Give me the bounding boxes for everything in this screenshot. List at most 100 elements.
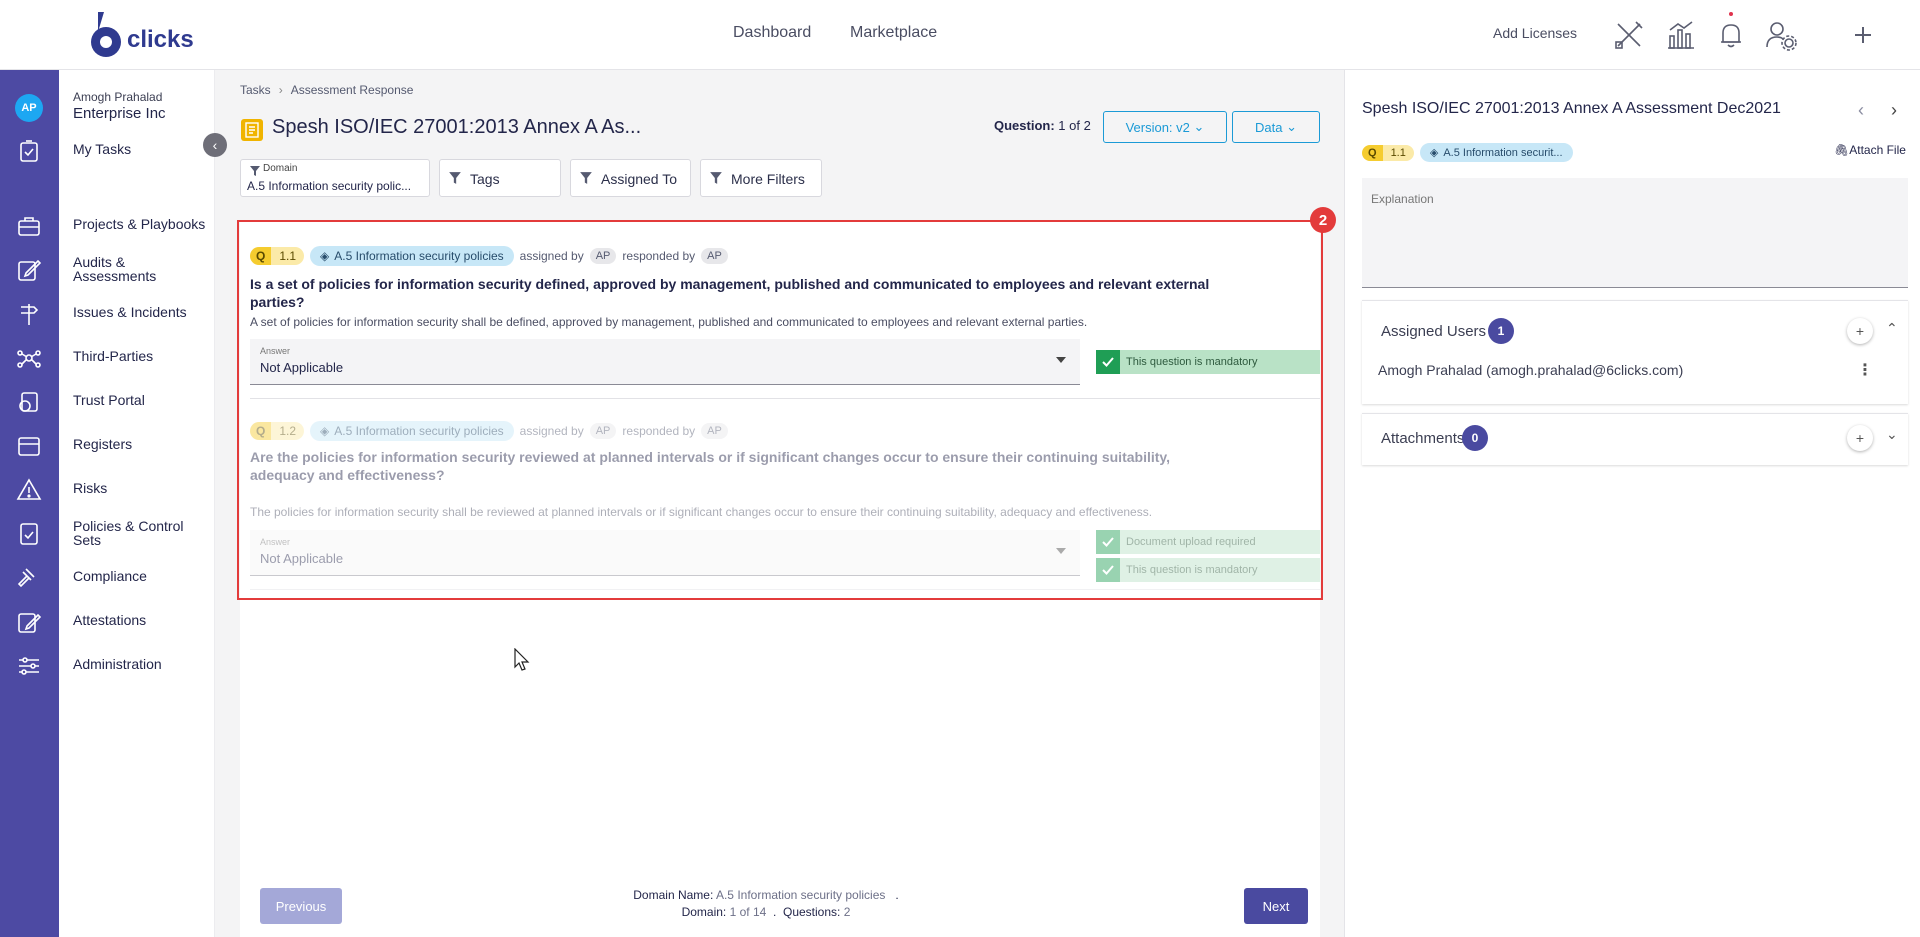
question-meta: Q 1.2 ◈ A.5 Information security policies…: [250, 421, 734, 441]
side-menu: Amogh Prahalad Enterprise Inc My Tasks P…: [59, 70, 215, 937]
add-attachment-button[interactable]: +: [1847, 425, 1873, 451]
warning-icon[interactable]: [16, 477, 42, 503]
more-options-icon[interactable]: ⋮: [1857, 360, 1873, 380]
document-upload-flag: Document upload required: [1096, 530, 1320, 554]
data-dropdown[interactable]: Data ⌄: [1232, 111, 1320, 143]
more-filters[interactable]: More Filters: [700, 159, 822, 197]
tasks-icon[interactable]: [16, 138, 42, 164]
menu-policies[interactable]: Policies & Control Sets: [73, 519, 193, 547]
filter-icon: [249, 164, 261, 180]
collapse-menu-button[interactable]: ‹: [203, 133, 227, 157]
divider: [250, 398, 1320, 399]
domain-tag: ◈ A.5 Information security policies: [310, 421, 514, 441]
answer-select[interactable]: Answer Not Applicable: [250, 339, 1080, 385]
mandatory-flag: This question is mandatory: [1096, 558, 1320, 582]
filter-icon: [709, 171, 723, 188]
attach-file-link[interactable]: 🖇Attach File: [1834, 143, 1906, 157]
attachments-label[interactable]: Attachments: [1381, 430, 1464, 447]
gavel-icon[interactable]: [16, 565, 42, 591]
layers-icon: ◈: [320, 424, 330, 438]
plus-icon[interactable]: [1846, 18, 1880, 52]
add-user-button[interactable]: +: [1847, 318, 1873, 344]
question-title[interactable]: Is a set of policies for information sec…: [250, 275, 1210, 311]
assigned-user-item: Amogh Prahalad (amogh.prahalad@6clicks.c…: [1378, 362, 1684, 378]
briefcase-icon[interactable]: [16, 213, 42, 239]
explanation-field[interactable]: Explanation: [1362, 178, 1908, 288]
menu-risks[interactable]: Risks: [73, 481, 213, 495]
breadcrumb-current: Assessment Response: [290, 83, 414, 97]
analytics-icon[interactable]: [1664, 18, 1698, 52]
nav-marketplace[interactable]: Marketplace: [850, 24, 937, 42]
previous-button[interactable]: Previous: [260, 888, 342, 924]
edit-icon[interactable]: [16, 257, 42, 283]
dropdown-arrow-icon: [1056, 548, 1066, 554]
chevron-left-icon[interactable]: ‹: [1858, 100, 1864, 121]
assessment-title: Spesh ISO/IEC 27001:2013 Annex A Assessm…: [1362, 100, 1781, 117]
dropdown-arrow-icon: [1056, 357, 1066, 363]
main-content: Tasks › Assessment Response Spesh ISO/IEC …: [216, 70, 1344, 937]
menu-audits[interactable]: Audits & Assessments: [73, 255, 173, 283]
domain-tag: ◈ A.5 Information security policies: [310, 246, 514, 266]
page-title: Spesh ISO/IEC 27001:2013 Annex A As...: [272, 116, 642, 138]
question-meta: Q 1.1 ◈ A.5 Information security policies…: [250, 246, 734, 266]
logo[interactable]: clicks: [88, 10, 194, 58]
policy-icon[interactable]: [16, 521, 42, 547]
assigned-users-label[interactable]: Assigned Users: [1381, 323, 1486, 340]
question-number: 1.1: [271, 247, 305, 265]
notification-dot: [1729, 12, 1733, 16]
breadcrumb: Tasks › Assessment Response: [240, 83, 413, 97]
assigned-to-filter[interactable]: Assigned To: [570, 159, 691, 197]
logo-text: clicks: [127, 26, 194, 53]
avatar[interactable]: AP: [15, 94, 43, 122]
chevron-right-icon[interactable]: ›: [1891, 100, 1897, 121]
attestation-icon[interactable]: [16, 609, 42, 635]
layers-icon: ◈: [1429, 147, 1439, 159]
menu-compliance[interactable]: Compliance: [73, 569, 213, 583]
icon-rail: AP: [0, 70, 59, 937]
nav-dashboard[interactable]: Dashboard: [733, 24, 811, 42]
version-dropdown[interactable]: Version: v2 ⌄: [1103, 111, 1227, 143]
filter-icon: [579, 171, 593, 188]
register-icon[interactable]: [16, 433, 42, 459]
domain-filter[interactable]: Domain A.5 Information security polic...: [240, 159, 430, 197]
menu-registers[interactable]: Registers: [73, 437, 213, 451]
signpost-icon[interactable]: [16, 301, 42, 327]
layers-icon: ◈: [320, 249, 330, 263]
chevron-up-icon[interactable]: ⌃: [1886, 320, 1898, 337]
question-title[interactable]: Are the policies for information securit…: [250, 448, 1190, 484]
question-badge: Q: [250, 422, 272, 440]
filter-icon: [448, 171, 462, 188]
bell-icon[interactable]: [1714, 18, 1748, 52]
trust-portal-icon[interactable]: [16, 389, 42, 415]
mandatory-flag: This question is mandatory: [1096, 350, 1320, 374]
question-badge: Q: [250, 247, 272, 265]
answer-select[interactable]: Answer Not Applicable: [250, 530, 1080, 576]
sliders-icon[interactable]: [16, 653, 42, 679]
questions-panel: Q 1.1 ◈ A.5 Information security policies…: [240, 222, 1320, 937]
responder-chip: AP: [701, 248, 728, 264]
check-icon: [1096, 558, 1120, 582]
domain-tag: ◈ A.5 Information securit...: [1419, 143, 1573, 162]
breadcrumb-tasks[interactable]: Tasks: [240, 83, 271, 97]
user-settings-icon[interactable]: [1764, 18, 1798, 52]
next-button[interactable]: Next: [1244, 888, 1308, 924]
org-name[interactable]: Enterprise Inc: [73, 105, 166, 122]
menu-projects[interactable]: Projects & Playbooks: [73, 217, 213, 231]
question-description: The policies for information security sh…: [250, 505, 1153, 519]
menu-administration[interactable]: Administration: [73, 657, 213, 671]
menu-third-parties[interactable]: Third-Parties: [73, 349, 213, 363]
assignee-chip: AP: [589, 248, 617, 264]
menu-trust-portal[interactable]: Trust Portal: [73, 393, 213, 407]
attachments-section: Attachments 0 + ⌄: [1362, 413, 1908, 465]
assignee-chip: AP: [589, 423, 617, 439]
network-icon[interactable]: [16, 345, 42, 371]
chevron-down-icon[interactable]: ⌄: [1886, 426, 1898, 443]
menu-issues[interactable]: Issues & Incidents: [73, 305, 213, 319]
tools-icon[interactable]: [1612, 18, 1646, 52]
document-icon: [241, 119, 263, 141]
add-licenses-link[interactable]: Add Licenses: [1493, 25, 1577, 41]
logo-mark: [88, 10, 124, 58]
tags-filter[interactable]: Tags: [439, 159, 561, 197]
menu-my-tasks[interactable]: My Tasks: [73, 142, 213, 156]
menu-attestations[interactable]: Attestations: [73, 613, 213, 627]
